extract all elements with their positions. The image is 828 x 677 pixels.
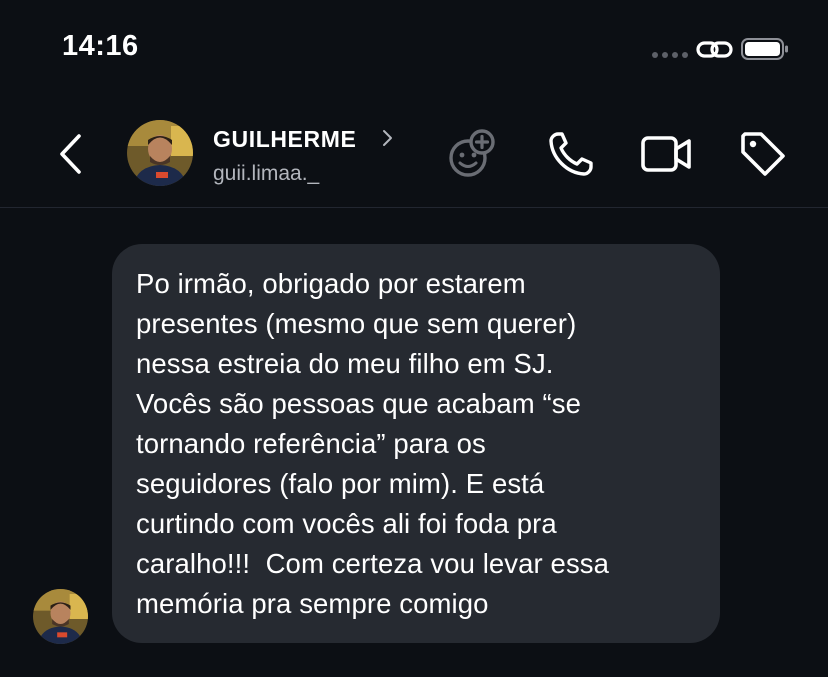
link-icon	[696, 38, 734, 62]
contact-name[interactable]: GUILHERME	[213, 126, 356, 153]
back-button[interactable]	[52, 130, 90, 178]
signal-dots-icon	[652, 52, 688, 58]
status-time: 14:16	[62, 30, 139, 62]
sender-avatar[interactable]	[33, 589, 88, 644]
avatar[interactable]	[127, 120, 193, 186]
chevron-right-icon[interactable]	[380, 128, 396, 148]
message-bubble[interactable]: Po irmão, obrigado por estarem presentes…	[112, 244, 720, 643]
chat-header: GUILHERME guii.limaa._	[0, 100, 828, 208]
status-bar: 14:16	[0, 0, 828, 100]
video-camera-icon[interactable]	[640, 128, 692, 180]
battery-icon	[741, 37, 789, 61]
back-chevron-icon	[60, 134, 81, 174]
effects-icon[interactable]	[446, 128, 498, 180]
contact-username[interactable]: guii.limaa._	[213, 162, 319, 186]
phone-icon[interactable]	[545, 128, 597, 180]
message-text: Po irmão, obrigado por estarem presentes…	[136, 268, 610, 619]
tag-icon[interactable]	[737, 128, 789, 180]
